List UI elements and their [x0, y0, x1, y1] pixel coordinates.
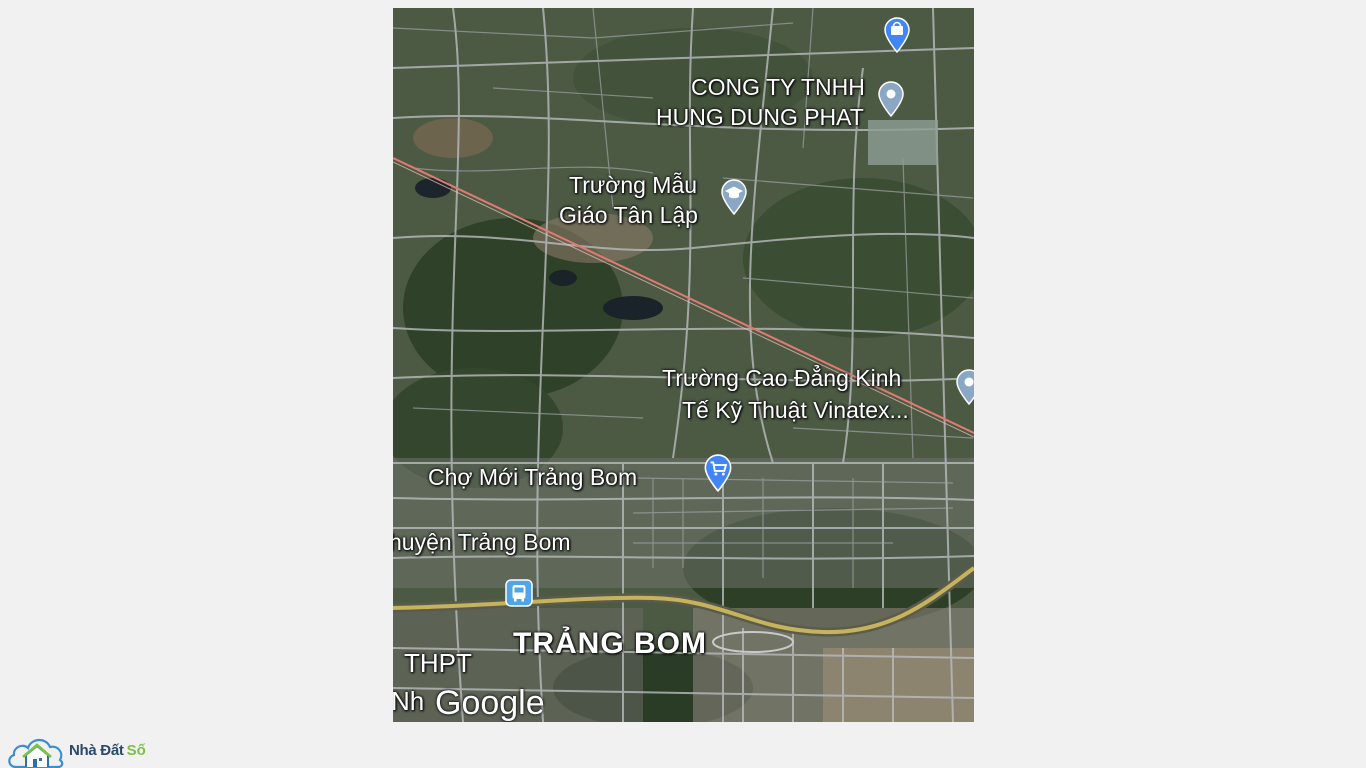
highschool-label: THPT: [404, 648, 472, 678]
town-label: TRẢNG BOM: [513, 627, 707, 660]
highschool-label-cut: Nh: [393, 686, 425, 716]
college-label-line1: Trường Cao Đẳng Kinh: [662, 365, 902, 391]
brand-name-accent: Số: [126, 742, 146, 759]
place-pin-icon[interactable]: [877, 81, 905, 117]
brand-name: Nhà Đất: [69, 742, 124, 759]
place-pin-icon[interactable]: [955, 369, 974, 405]
company-label-line2: HUNG DUNG PHAT: [656, 104, 864, 130]
cart-pin-icon[interactable]: [703, 454, 733, 492]
house-cloud-logo: [8, 738, 64, 768]
shopping-pin-icon[interactable]: [883, 17, 911, 53]
bus-stop-icon[interactable]: [505, 579, 533, 607]
market-label: Chợ Mới Trảng Bom: [428, 464, 638, 490]
school-label-line1: Trường Mẫu: [569, 172, 698, 198]
school-pin-icon[interactable]: [720, 179, 748, 215]
district-label: huyện Trảng Bom: [393, 529, 571, 555]
brand-watermark: Nhà Đất Số: [6, 733, 146, 768]
satellite-map[interactable]: CONG TY TNHH HUNG DUNG PHAT Trường Mẫu G…: [393, 8, 974, 722]
google-attribution: Google: [435, 684, 545, 722]
school-label-line2: Giáo Tân Lập: [559, 202, 698, 228]
company-label-line1: CONG TY TNHH: [691, 74, 865, 100]
college-label-line2: Tế Kỹ Thuật Vinatex...: [682, 397, 909, 423]
